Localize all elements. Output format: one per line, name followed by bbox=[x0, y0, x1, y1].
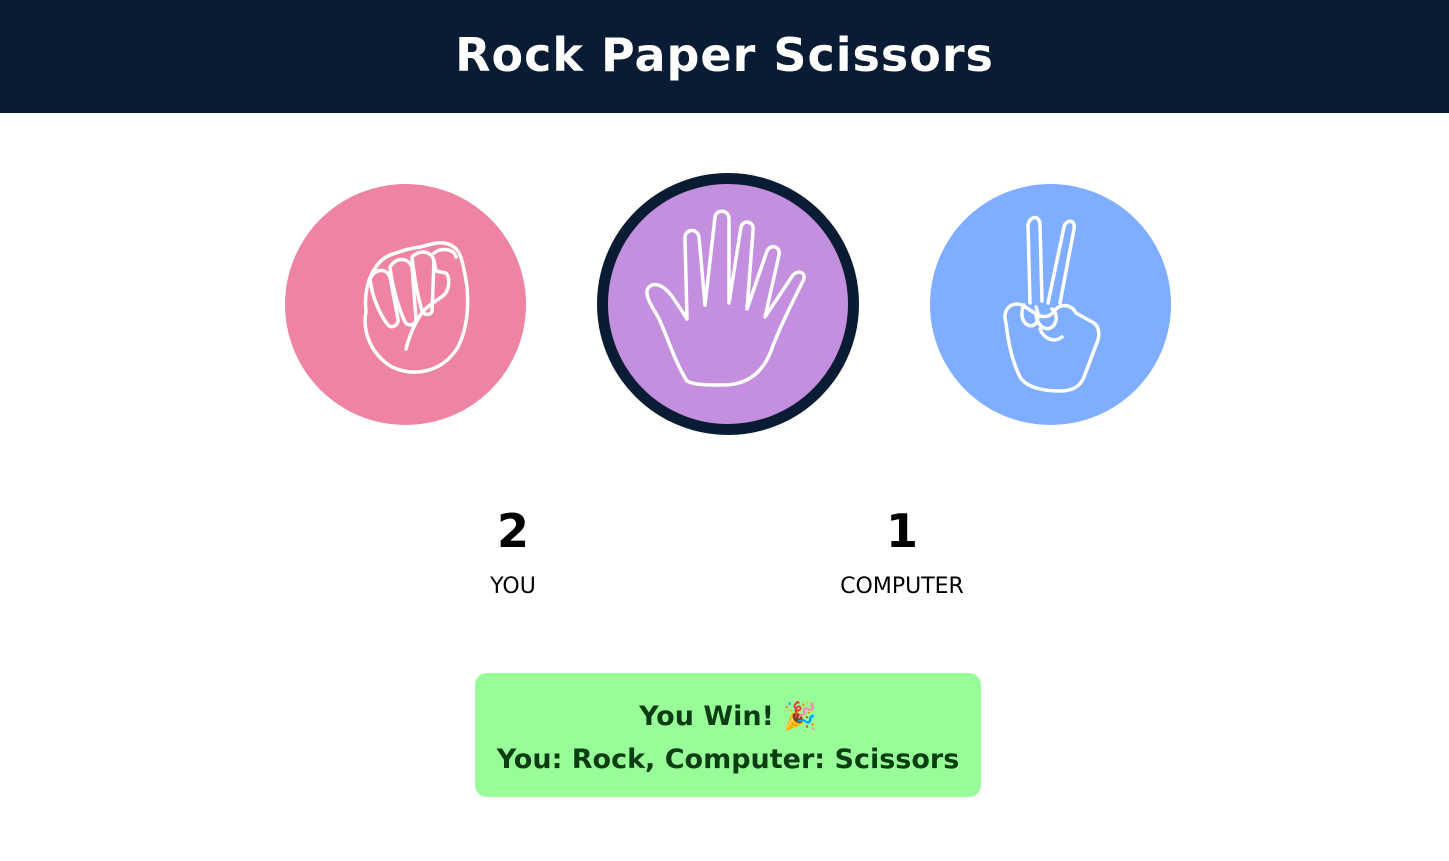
computer-score: 1 COMPUTER bbox=[822, 508, 982, 600]
player-score-label: YOU bbox=[490, 574, 536, 599]
player-score: 2 YOU bbox=[453, 508, 573, 600]
rock-button[interactable] bbox=[285, 184, 526, 425]
fist-icon bbox=[362, 240, 469, 374]
result-headline: You Win! 🎉 bbox=[639, 701, 817, 732]
peace-sign-icon bbox=[1002, 215, 1100, 393]
page-title: Rock Paper Scissors bbox=[455, 27, 994, 82]
result-detail: You: Rock, Computer: Scissors bbox=[496, 744, 960, 775]
player-score-value: 2 bbox=[496, 504, 529, 558]
paper-button[interactable] bbox=[597, 173, 859, 435]
computer-score-label: COMPUTER bbox=[840, 574, 964, 599]
result-banner: You Win! 🎉 You: Rock, Computer: Scissors bbox=[475, 673, 981, 797]
computer-score-value: 1 bbox=[885, 504, 918, 558]
open-hand-icon bbox=[645, 209, 806, 387]
scissors-button[interactable] bbox=[930, 184, 1171, 425]
app-header: Rock Paper Scissors bbox=[0, 0, 1449, 113]
